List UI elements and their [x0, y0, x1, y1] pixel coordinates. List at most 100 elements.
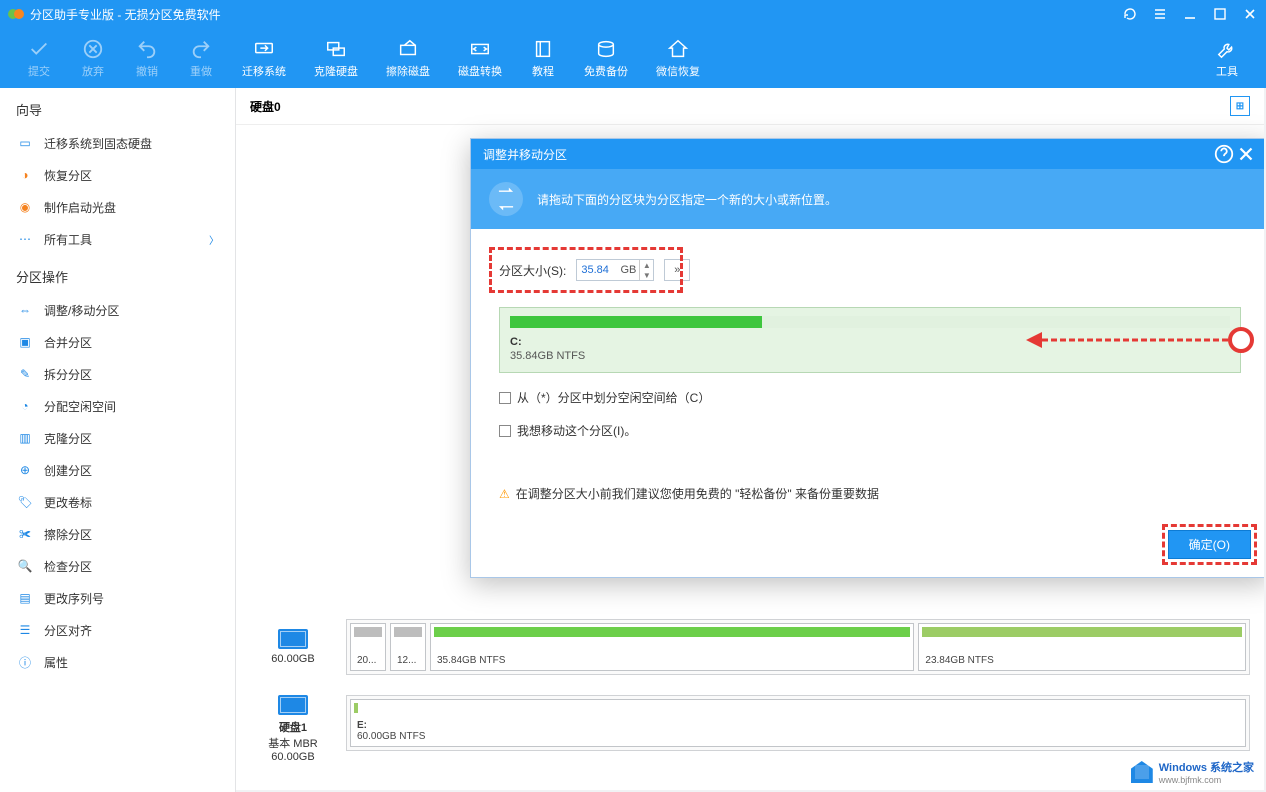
dialog-banner: 请拖动下面的分区块为分区指定一个新的大小或新位置。: [471, 169, 1264, 229]
migrate-os-button[interactable]: 迁移系统: [228, 28, 300, 88]
recover-icon: ◑: [16, 166, 34, 184]
sidebar-item-properties[interactable]: ⓘ属性: [0, 646, 235, 678]
sidebar-item-migrate-ssd[interactable]: ▭迁移系统到固态硬盘: [0, 127, 235, 159]
create-icon: ⊕: [16, 461, 34, 479]
size-value: 35.84: [577, 264, 617, 276]
wrench-icon: [1214, 38, 1240, 60]
sidebar-item-wipe-partition[interactable]: ✀擦除分区: [0, 518, 235, 550]
wipe-disk-button[interactable]: 擦除磁盘: [372, 28, 444, 88]
ok-button[interactable]: 确定(O): [1168, 530, 1251, 559]
sidebar-item-create[interactable]: ⊕创建分区: [0, 454, 235, 486]
backup-icon: [593, 38, 619, 60]
disk0-part1[interactable]: 12...: [390, 623, 426, 671]
partition-visual[interactable]: C: 35.84GB NTFS: [499, 307, 1241, 373]
clone-disk-button[interactable]: 克隆硬盘: [300, 28, 372, 88]
partition-size-input[interactable]: 35.84 GB ▲▼: [576, 259, 654, 281]
disk1-part0[interactable]: E: 60.00GB NTFS: [350, 699, 1246, 747]
sidebar-item-check[interactable]: 🔍检查分区: [0, 550, 235, 582]
serial-icon: ▤: [16, 589, 34, 607]
book-icon: [530, 38, 556, 60]
disk0-part2[interactable]: 35.84GB NTFS: [430, 623, 914, 671]
discard-button[interactable]: 放弃: [66, 28, 120, 88]
chevron-right-icon: 〉: [209, 232, 219, 247]
wechat-recover-button[interactable]: 微信恢复: [642, 28, 714, 88]
app-logo-icon: [8, 6, 24, 22]
disk1-row[interactable]: 硬盘1 基本 MBR 60.00GB E: 60.00GB NTFS: [236, 685, 1264, 773]
drag-arrow-line: [1042, 339, 1228, 342]
disk0-info: 60.00GB: [250, 619, 336, 675]
disk0-part3[interactable]: 23.84GB NTFS: [918, 623, 1246, 671]
title-bar: 分区助手专业版 - 无损分区免费软件: [0, 0, 1266, 28]
allocate-free-checkbox[interactable]: [499, 392, 511, 404]
disk-icon: [278, 629, 308, 649]
disk1-name: 硬盘1: [279, 719, 307, 735]
spin-down-icon[interactable]: ▼: [640, 270, 653, 280]
watermark-line2: www.bjfmk.com: [1159, 775, 1254, 785]
commit-button[interactable]: 提交: [12, 28, 66, 88]
dialog-close-icon[interactable]: [1235, 143, 1257, 165]
wechat-icon: [665, 38, 691, 60]
view-grid-button[interactable]: ⊞: [1230, 96, 1250, 116]
dialog-title: 调整并移动分区: [483, 146, 1213, 163]
help-icon[interactable]: [1213, 143, 1235, 165]
move-partition-checkbox[interactable]: [499, 425, 511, 437]
size-label: 分区大小(S):: [499, 262, 566, 279]
main-toolbar: 提交 放弃 撤销 重做 迁移系统 克隆硬盘 擦除磁盘 磁盘转换 教程 免费备份 …: [0, 28, 1266, 88]
sidebar-item-align[interactable]: ☰分区对齐: [0, 614, 235, 646]
sidebar-item-recover-partition[interactable]: ◑恢复分区: [0, 159, 235, 191]
tutorial-button[interactable]: 教程: [516, 28, 570, 88]
sidebar: 向导 ▭迁移系统到固态硬盘 ◑恢复分区 ◉制作启动光盘 ⋯所有工具〉 分区操作 …: [0, 88, 236, 792]
ssd-icon: ▭: [16, 134, 34, 152]
close-icon[interactable]: [1242, 6, 1258, 22]
convert-icon: [467, 38, 493, 60]
tag-icon: 🏷: [16, 493, 34, 511]
size-unit: GB: [617, 264, 639, 276]
disk0-row[interactable]: 60.00GB 20... 12... 35.84GB NTFS 23.84GB…: [236, 609, 1264, 685]
sidebar-item-clone-partition[interactable]: ▥克隆分区: [0, 422, 235, 454]
wizard-section-title: 向导: [0, 88, 235, 127]
redo-button[interactable]: 重做: [174, 28, 228, 88]
wipe-icon: ✀: [16, 525, 34, 543]
disk-icon: [278, 695, 308, 715]
sidebar-item-split[interactable]: ✎拆分分区: [0, 358, 235, 390]
sidebar-item-all-tools[interactable]: ⋯所有工具〉: [0, 223, 235, 255]
undo-button[interactable]: 撤销: [120, 28, 174, 88]
clone-part-icon: ▥: [16, 429, 34, 447]
clone-icon: [323, 38, 349, 60]
sidebar-item-label[interactable]: 🏷更改卷标: [0, 486, 235, 518]
info-icon: ⓘ: [16, 653, 34, 671]
resize-move-dialog: 调整并移动分区 请拖动下面的分区块为分区指定一个新的大小或新位置。 分区大小(S…: [470, 138, 1264, 578]
cancel-icon: [80, 38, 106, 60]
drag-arrow-head-icon: [1026, 332, 1042, 348]
content-area: 硬盘0 ⊞ 60.00GB 20... 12... 35.84GB NTFS 2…: [236, 88, 1264, 790]
disk1-info: 硬盘1 基本 MBR 60.00GB: [250, 695, 336, 763]
maximize-icon[interactable]: [1212, 6, 1228, 22]
sidebar-item-allocate[interactable]: ◔分配空闲空间: [0, 390, 235, 422]
align-icon: ☰: [16, 621, 34, 639]
watermark: Windows 系统之家 www.bjfmk.com: [1123, 756, 1262, 788]
disc-icon: ◉: [16, 198, 34, 216]
convert-disk-button[interactable]: 磁盘转换: [444, 28, 516, 88]
disk-header-label: 硬盘0: [250, 98, 281, 115]
sidebar-item-serial[interactable]: ▤更改序列号: [0, 582, 235, 614]
disk1-type: 基本 MBR: [268, 735, 318, 751]
minimize-icon[interactable]: [1182, 6, 1198, 22]
menu-icon[interactable]: [1152, 6, 1168, 22]
tools-button[interactable]: 工具: [1200, 28, 1254, 88]
spin-up-icon[interactable]: ▲: [640, 260, 653, 270]
sidebar-item-boot-disc[interactable]: ◉制作启动光盘: [0, 191, 235, 223]
dialog-banner-text: 请拖动下面的分区块为分区指定一个新的大小或新位置。: [537, 191, 837, 208]
sidebar-item-merge[interactable]: ▣合并分区: [0, 326, 235, 358]
backup-button[interactable]: 免费备份: [570, 28, 642, 88]
resize-handle[interactable]: [1228, 327, 1254, 353]
disk1-part0-size: 60.00GB NTFS: [357, 731, 1239, 742]
sidebar-item-resize-move[interactable]: ⇔调整/移动分区: [0, 294, 235, 326]
window-title: 分区助手专业版 - 无损分区免费软件: [30, 6, 1122, 23]
merge-icon: ▣: [16, 333, 34, 351]
partition-fill: [510, 316, 762, 328]
expand-button[interactable]: »: [664, 259, 690, 281]
disk0-part0[interactable]: 20...: [350, 623, 386, 671]
disk1-size: 60.00GB: [271, 751, 314, 763]
refresh-icon[interactable]: [1122, 6, 1138, 22]
warning-text: 在调整分区大小前我们建议您使用免费的 "轻松备份" 来备份重要数据: [516, 485, 879, 502]
